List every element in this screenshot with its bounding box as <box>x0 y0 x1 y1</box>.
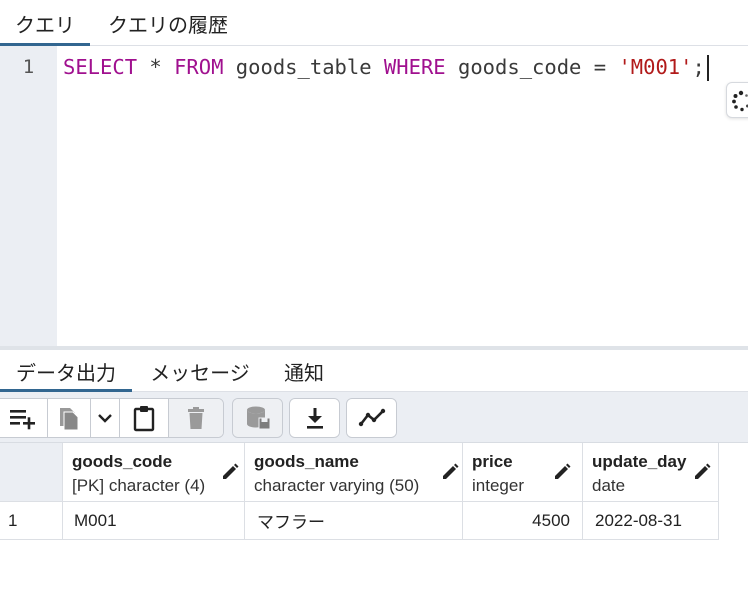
token-table-name: goods_table <box>223 55 384 79</box>
row-number-header <box>0 443 63 502</box>
column-type: [PK] character (4) <box>72 476 206 495</box>
text-cursor <box>706 55 709 81</box>
pencil-icon[interactable] <box>441 463 459 481</box>
row-number[interactable]: 1 <box>0 502 63 540</box>
graph-icon <box>358 408 385 427</box>
graph-visualiser-button[interactable] <box>347 399 396 437</box>
copy-button[interactable] <box>46 399 91 437</box>
tab-data-output-label: データ出力 <box>16 362 116 385</box>
loading-spinner-button[interactable] <box>726 82 748 118</box>
delete-button[interactable] <box>167 399 223 437</box>
save-button-group <box>232 398 283 438</box>
column-type: date <box>592 476 626 495</box>
tab-notifications[interactable]: 通知 <box>268 350 340 392</box>
tab-notifications-label: 通知 <box>284 362 324 385</box>
graph-button-group <box>346 398 397 438</box>
download-button[interactable] <box>290 399 339 437</box>
paste-button[interactable] <box>118 399 168 437</box>
column-name: goods_name <box>254 452 359 471</box>
query-tabs: クエリ クエリの履歴 <box>0 0 748 47</box>
tab-messages-label: メッセージ <box>150 362 250 385</box>
download-button-group <box>289 398 340 438</box>
column-type: integer <box>472 476 524 495</box>
column-header-goods-name[interactable]: goods_name character varying (50) <box>245 443 463 502</box>
table-cell[interactable]: 2022-08-31 <box>583 502 719 540</box>
column-header-goods-code[interactable]: goods_code [PK] character (4) <box>63 443 245 502</box>
copy-options-dropdown[interactable] <box>90 399 119 437</box>
copy-icon <box>59 408 79 431</box>
pencil-icon[interactable] <box>221 463 239 481</box>
tab-query-label: クエリ <box>15 14 75 37</box>
tab-query-history[interactable]: クエリの履歴 <box>90 0 246 46</box>
tab-query-history-label: クエリの履歴 <box>108 14 228 37</box>
tab-messages[interactable]: メッセージ <box>132 350 268 392</box>
column-name: goods_code <box>72 452 173 471</box>
column-name: update_day <box>592 452 687 471</box>
keyword-where: WHERE <box>383 55 446 79</box>
data-toolbar <box>0 392 748 443</box>
column-header-price[interactable]: price integer <box>463 443 583 502</box>
sql-editor[interactable]: 1 SELECT * FROM goods_table WHERE goods_… <box>0 46 748 346</box>
tab-query[interactable]: クエリ <box>0 0 90 47</box>
save-data-button[interactable] <box>233 399 282 437</box>
pencil-icon[interactable] <box>553 463 571 481</box>
chevron-down-icon <box>98 414 112 423</box>
add-row-icon <box>9 410 35 430</box>
pencil-icon[interactable] <box>693 463 711 481</box>
keyword-select: SELECT <box>63 55 138 79</box>
edit-button-group <box>0 398 224 438</box>
table-cell[interactable]: マフラー <box>245 502 463 540</box>
code-line[interactable]: SELECT * FROM goods_table WHERE goods_co… <box>63 55 709 81</box>
token-star: * <box>137 55 175 79</box>
token-semicolon: ; <box>692 55 705 79</box>
tab-data-output[interactable]: データ出力 <box>0 350 132 393</box>
column-name: price <box>472 452 513 471</box>
table-cell[interactable]: M001 <box>63 502 245 540</box>
spinner-icon <box>732 90 748 112</box>
token-string-literal: 'M001' <box>618 55 693 79</box>
download-icon <box>306 408 323 429</box>
paste-icon <box>133 406 154 432</box>
result-tabs: データ出力 メッセージ 通知 <box>0 350 748 393</box>
column-header-update-day[interactable]: update_day date <box>583 443 719 502</box>
delete-icon <box>187 407 204 429</box>
add-row-button[interactable] <box>0 399 47 437</box>
keyword-from: FROM <box>174 55 224 79</box>
save-data-icon <box>246 406 270 430</box>
line-number: 1 <box>22 56 35 78</box>
line-gutter: 1 <box>0 46 57 346</box>
token-condition: goods_code = <box>445 55 619 79</box>
table-cell[interactable]: 4500 <box>463 502 583 540</box>
column-type: character varying (50) <box>254 476 420 495</box>
